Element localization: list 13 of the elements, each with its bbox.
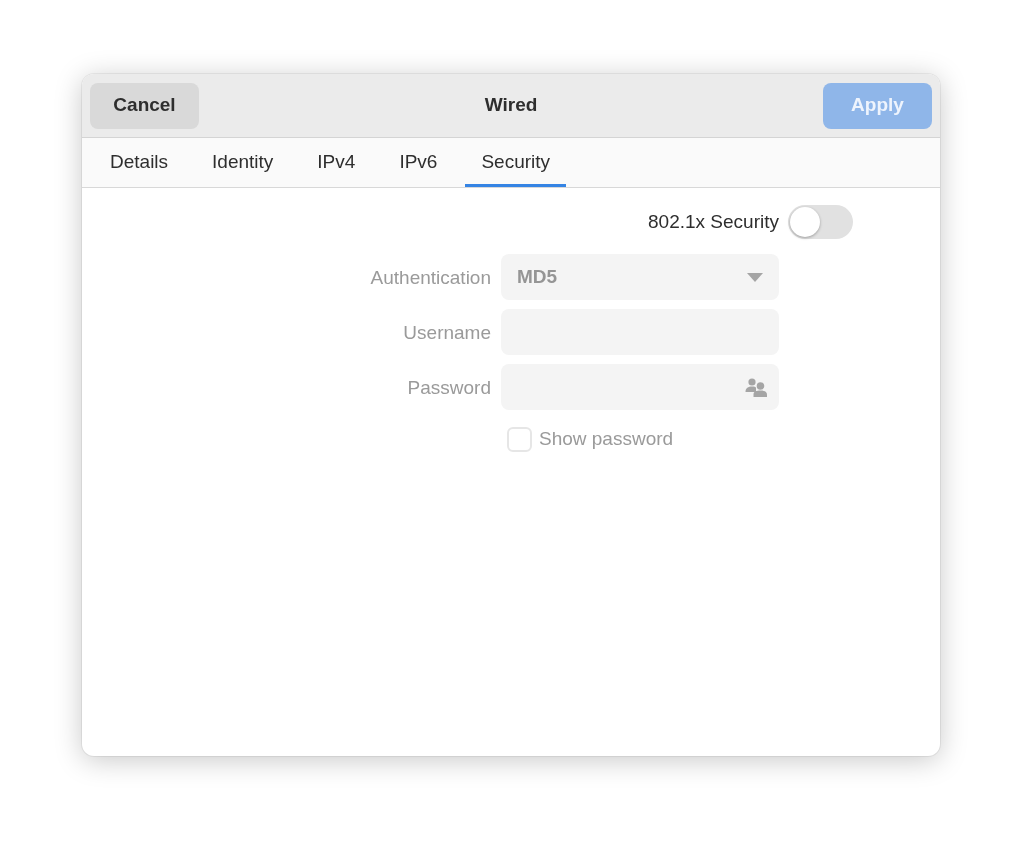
field-label: Authentication [370,267,491,287]
toggle-label: 802.1x Security [648,209,779,234]
tab[interactable]: IPv4 [301,138,372,187]
cancel-button[interactable]: Cancel [90,82,199,129]
toggle-switch[interactable] [788,205,853,239]
tab[interactable]: Details [94,138,185,187]
tab[interactable]: Identity [196,138,290,187]
window-title: Wired [484,93,538,118]
field-label: Username [403,322,491,342]
tab[interactable]: IPv6 [383,138,454,187]
tab[interactable]: Security [465,138,567,187]
caret-icon [747,272,763,282]
field-label: Password [407,377,491,397]
